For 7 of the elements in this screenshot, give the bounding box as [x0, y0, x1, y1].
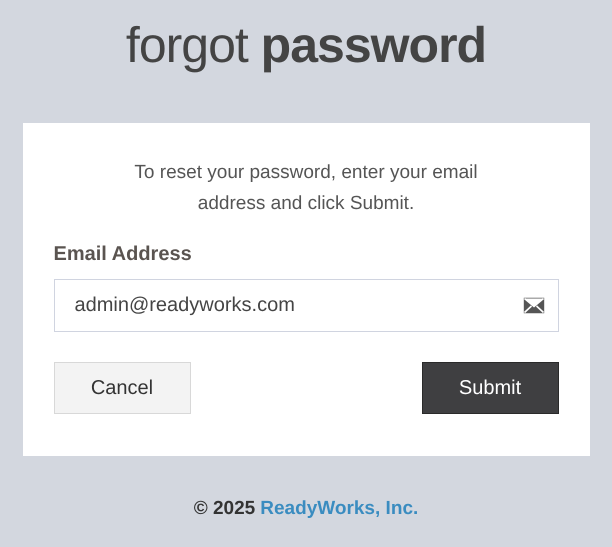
cancel-button[interactable]: Cancel: [54, 362, 190, 414]
copyright-text: © 2025: [194, 498, 256, 520]
instructions-text: To reset your password, enter your email address and click Submit.: [133, 161, 479, 216]
page-title: forgot password: [126, 16, 486, 75]
submit-button[interactable]: Submit: [422, 362, 558, 414]
email-label: Email Address: [54, 243, 193, 266]
email-field[interactable]: admin@readyworks.com: [54, 279, 558, 332]
